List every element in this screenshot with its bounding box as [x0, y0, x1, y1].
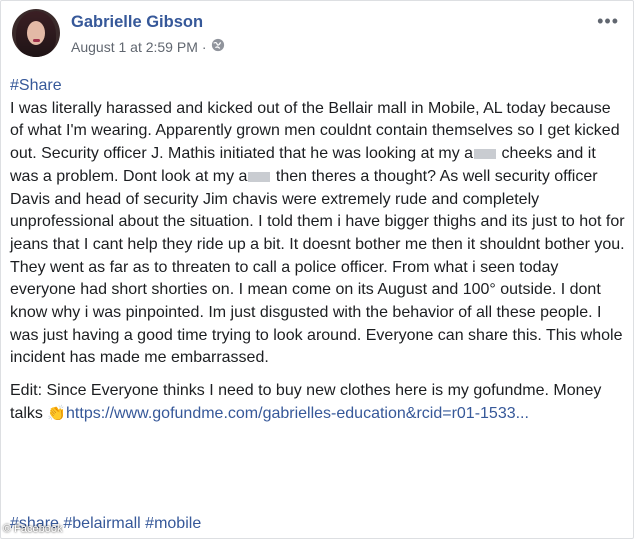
author-name[interactable]: Gabrielle Gibson — [71, 13, 203, 32]
redaction-block — [248, 171, 271, 182]
post-timestamp[interactable]: August 1 at 2:59 PM — [71, 39, 198, 55]
more-options-icon[interactable]: ••• — [597, 11, 619, 32]
post-body: #Share I was literally harassed and kick… — [10, 75, 626, 426]
globe-icon[interactable] — [211, 38, 225, 55]
paragraph1-seg3: then theres a thought? As well security … — [10, 167, 625, 367]
author-avatar[interactable] — [12, 9, 60, 57]
gofundme-link[interactable]: https://www.gofundme.com/gabrielles-educ… — [66, 405, 529, 422]
post-meta: August 1 at 2:59 PM · — [71, 38, 225, 55]
facebook-post-card: Gabrielle Gibson August 1 at 2:59 PM · •… — [0, 0, 634, 539]
watermark: © Facebook — [3, 523, 63, 535]
clap-emoji-icon: 👏 — [47, 404, 67, 422]
hashtag-share[interactable]: #Share — [10, 75, 626, 98]
post-paragraph-1: I was literally harassed and kicked out … — [10, 98, 626, 370]
avatar-lips — [33, 39, 40, 42]
meta-separator: · — [201, 38, 207, 55]
redaction-block — [474, 148, 497, 159]
post-paragraph-2: Edit: Since Everyone thinks I need to bu… — [10, 380, 626, 425]
